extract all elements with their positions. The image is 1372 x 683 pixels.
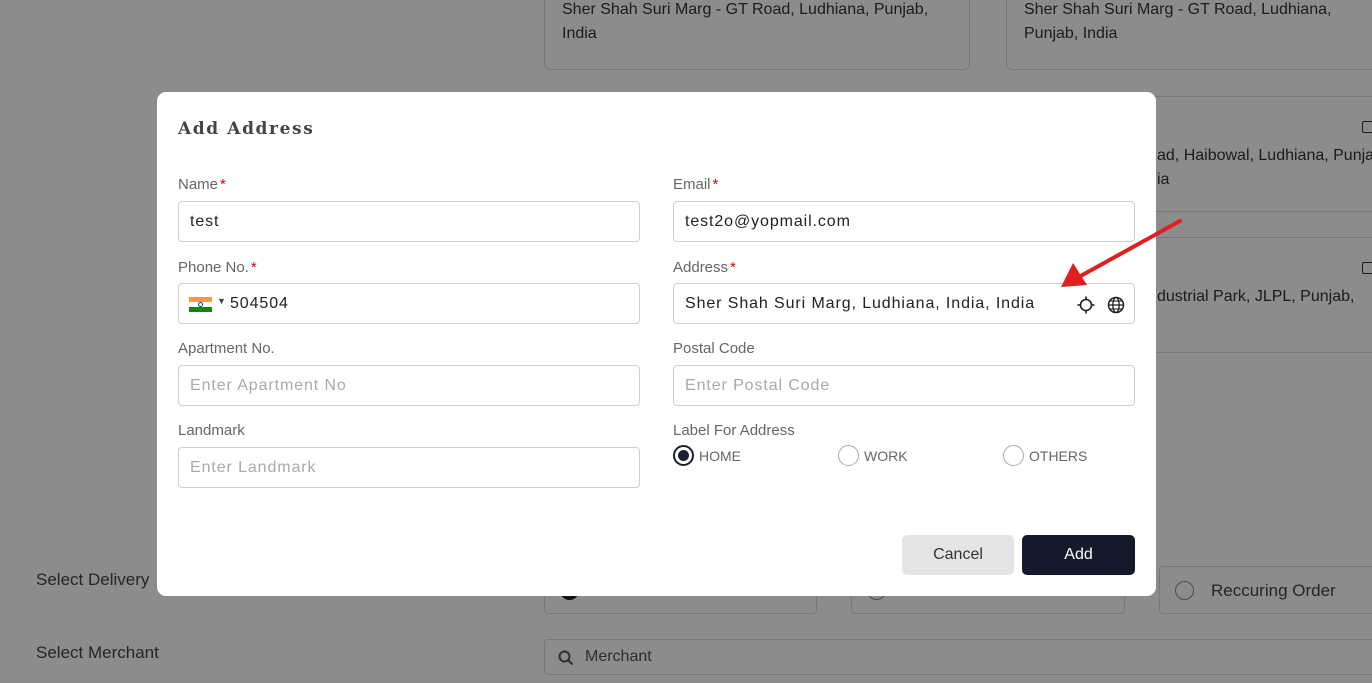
postal-code-field[interactable]: Enter Postal Code <box>673 365 1135 406</box>
globe-icon[interactable] <box>1107 296 1125 314</box>
chevron-down-icon[interactable]: ▼ <box>217 296 226 306</box>
apartment-placeholder: Enter Apartment No <box>190 377 347 394</box>
radio-others-button[interactable] <box>1003 445 1024 466</box>
crosshair-icon[interactable] <box>1077 296 1095 314</box>
radio-work-label: WORK <box>864 448 908 464</box>
landmark-placeholder: Enter Landmark <box>190 459 317 476</box>
phone-label: Phone No. * <box>178 259 257 276</box>
annotation-arrow <box>1061 219 1182 287</box>
phone-field[interactable]: ▼ 504504 <box>178 283 640 324</box>
name-label: Name * <box>178 176 226 193</box>
add-button[interactable]: Add <box>1022 535 1135 575</box>
cancel-button[interactable]: Cancel <box>902 535 1014 575</box>
email-value: test2o@yopmail.com <box>685 213 851 230</box>
apartment-label: Apartment No. <box>178 340 275 357</box>
radio-work-button[interactable] <box>838 445 859 466</box>
phone-value: 504504 <box>230 295 289 312</box>
postal-code-placeholder: Enter Postal Code <box>685 377 831 394</box>
email-label: Email * <box>673 176 719 193</box>
radio-others-label: OTHERS <box>1029 448 1088 464</box>
name-value: test <box>190 213 220 230</box>
landmark-label: Landmark <box>178 422 245 439</box>
modal-title: Add Address <box>178 119 315 139</box>
radio-home-button[interactable] <box>673 445 694 466</box>
add-address-modal: Add Address Name * test Email * test2o@yop… <box>157 92 1156 596</box>
india-flag-icon[interactable] <box>189 297 212 312</box>
label-for-address-label: Label For Address <box>673 422 795 439</box>
postal-code-label: Postal Code <box>673 340 755 357</box>
apartment-field[interactable]: Enter Apartment No <box>178 365 640 406</box>
landmark-field[interactable]: Enter Landmark <box>178 447 640 488</box>
address-label: Address * <box>673 259 736 276</box>
name-field[interactable]: test <box>178 201 640 242</box>
radio-home-label: HOME <box>699 448 741 464</box>
address-value: Sher Shah Suri Marg, Ludhiana, India, In… <box>685 295 1036 312</box>
